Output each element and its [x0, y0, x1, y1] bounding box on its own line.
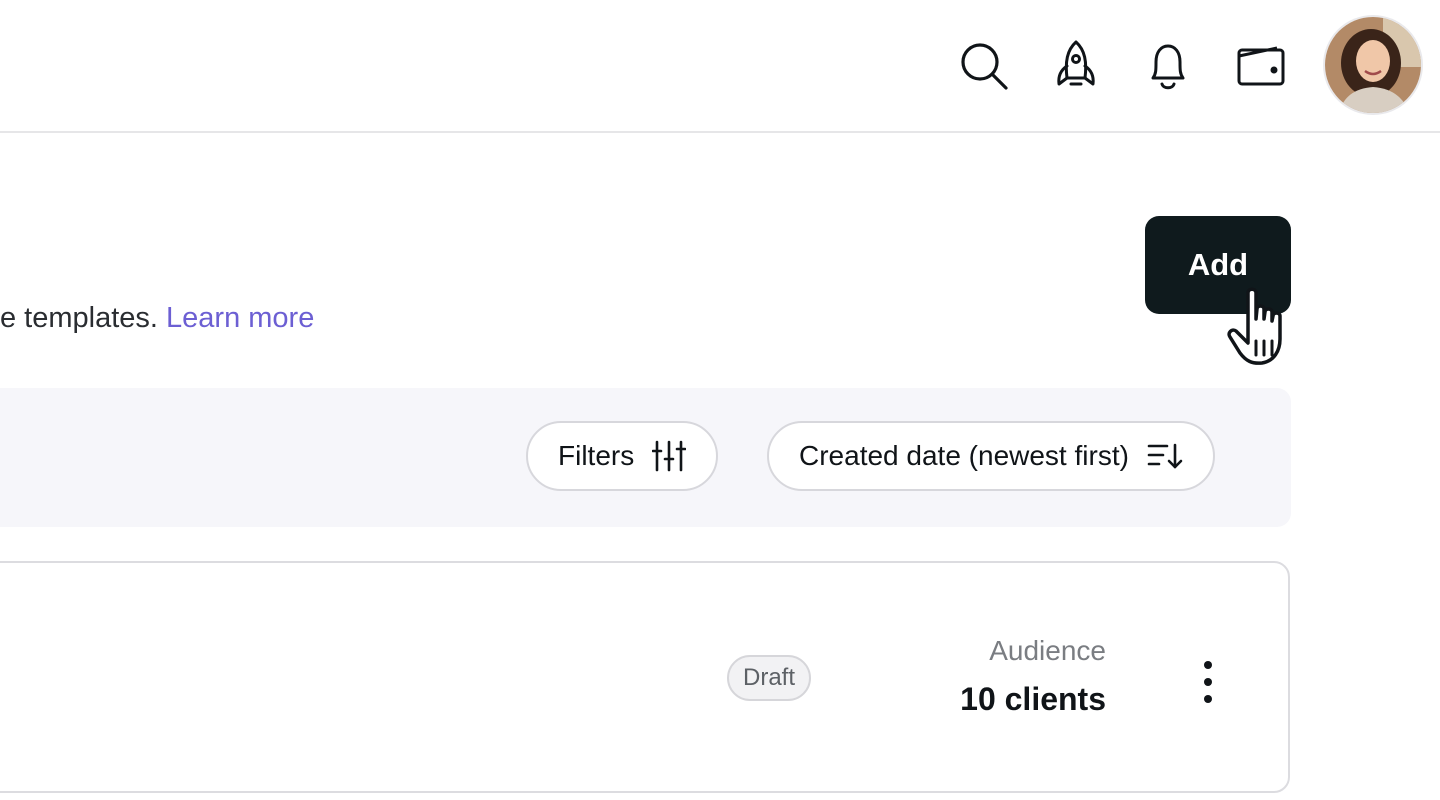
description-text: e templates.	[0, 302, 167, 334]
search-icon[interactable]	[958, 40, 1010, 92]
filters-button[interactable]: Filters	[526, 421, 719, 491]
avatar[interactable]	[1325, 17, 1421, 113]
sliders-icon	[652, 440, 687, 472]
wallet-icon[interactable]	[1235, 40, 1287, 92]
top-bar	[0, 0, 1440, 133]
sort-button[interactable]: Created date (newest first)	[767, 421, 1215, 491]
page-description: e templates. Learn more	[0, 298, 314, 338]
filter-toolbar: Filters Created date (newest first)	[0, 388, 1291, 527]
list-item-card[interactable]: Draft Audience 10 clients	[0, 561, 1290, 793]
more-options-icon[interactable]	[1188, 657, 1228, 707]
audience-value: 10 clients	[960, 681, 1106, 717]
filters-label: Filters	[558, 440, 635, 471]
rocket-icon[interactable]	[1050, 40, 1102, 92]
audience-label: Audience	[989, 635, 1106, 666]
status-badge: Draft	[727, 655, 812, 701]
sort-descending-icon	[1147, 443, 1183, 469]
bell-icon[interactable]	[1142, 40, 1194, 92]
add-button[interactable]: Add	[1145, 216, 1291, 314]
learn-more-link[interactable]: Learn more	[166, 302, 314, 334]
sort-label: Created date (newest first)	[799, 440, 1129, 471]
